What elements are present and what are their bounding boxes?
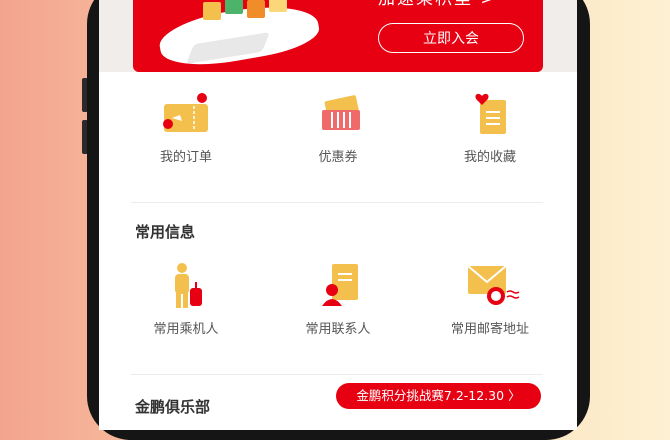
section-divider xyxy=(131,202,543,203)
coupons-label: 优惠券 xyxy=(318,150,358,165)
favorites-icon xyxy=(460,90,520,140)
favorites-label: 我的收藏 xyxy=(463,150,516,165)
coupons-item[interactable]: 优惠券 xyxy=(273,90,403,165)
contact-icon xyxy=(308,262,368,312)
favorites-item[interactable]: 我的收藏 xyxy=(425,90,555,165)
ticket-icon xyxy=(156,90,216,140)
section-divider xyxy=(131,374,543,375)
frequent-passengers-label: 常用乘机人 xyxy=(153,322,219,337)
gift-box-icon xyxy=(269,0,287,12)
my-orders-item[interactable]: 我的订单 xyxy=(121,90,251,165)
app-screen: 加速乘积里 > 立即入会 我的订单 xyxy=(99,0,577,430)
passenger-icon xyxy=(156,262,216,312)
mailing-address-label: 常用邮寄地址 xyxy=(450,322,529,337)
mailing-address-item[interactable]: 常用邮寄地址 xyxy=(425,262,555,337)
banner-red-panel[interactable]: 加速乘积里 > 立即入会 xyxy=(133,0,543,72)
banner-headline: 加速乘积里 > xyxy=(378,0,497,9)
coupon-icon xyxy=(308,90,368,140)
gift-box-icon xyxy=(225,0,243,14)
gift-box-icon xyxy=(203,2,221,20)
common-info-title: 常用信息 xyxy=(135,223,196,241)
points-challenge-label: 金鹏积分挑战赛7.2-12.30 xyxy=(356,388,505,403)
membership-banner: 加速乘积里 > 立即入会 xyxy=(99,0,577,72)
mail-address-icon xyxy=(460,262,520,312)
gift-box-icon xyxy=(247,0,265,18)
club-title: 金鹏俱乐部 xyxy=(135,398,211,416)
frequent-contacts-item[interactable]: 常用联系人 xyxy=(273,262,403,337)
chevron-right-icon: 〉 xyxy=(508,388,521,403)
frequent-contacts-label: 常用联系人 xyxy=(305,322,371,337)
points-challenge-button[interactable]: 金鹏积分挑战赛7.2-12.30 〉 xyxy=(336,383,541,409)
frequent-passengers-item[interactable]: 常用乘机人 xyxy=(121,262,251,337)
my-orders-label: 我的订单 xyxy=(159,150,212,165)
join-membership-button[interactable]: 立即入会 xyxy=(378,23,524,53)
